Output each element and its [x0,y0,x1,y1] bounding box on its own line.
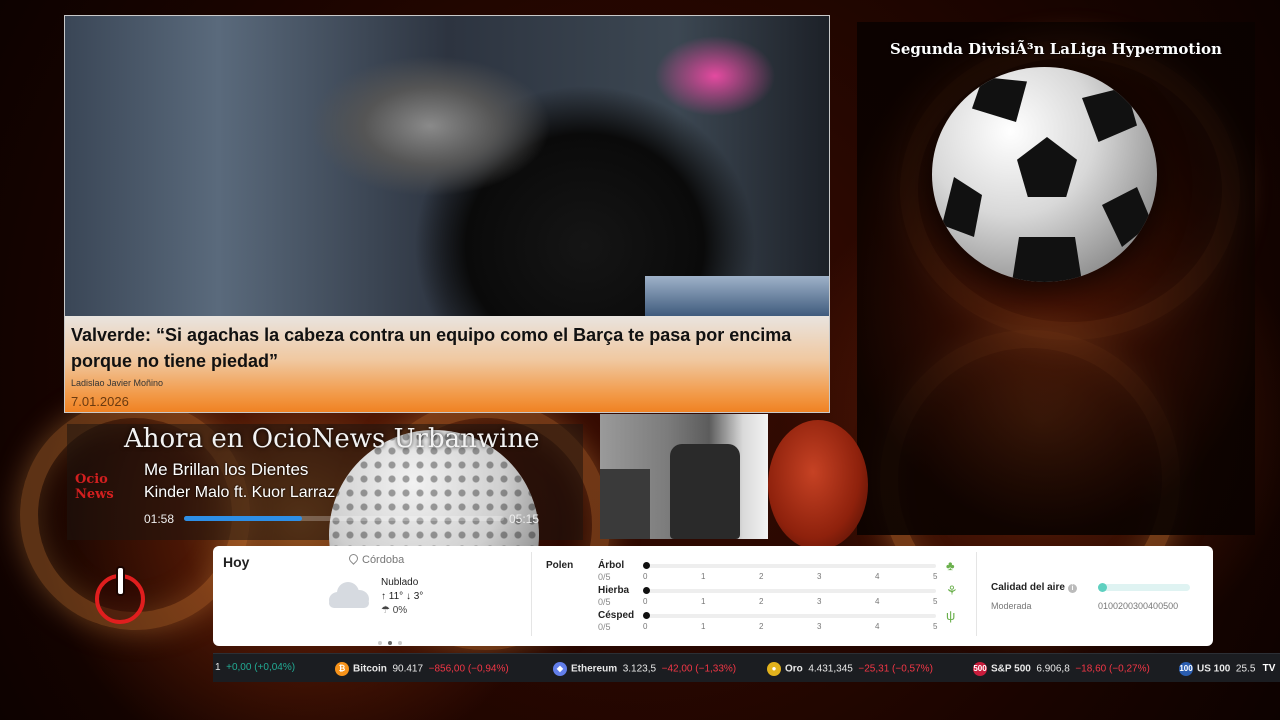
ticker-price: 90.417 [392,663,424,675]
weather-location[interactable]: Córdoba [347,552,404,566]
info-icon[interactable]: i [1067,584,1077,593]
pollen-tick: 4 [875,597,880,606]
pollen-label: Polen [546,560,574,571]
ticker-name: S&P 500 [991,663,1031,675]
power-button[interactable] [95,568,145,624]
league-title: Segunda DivisiÃ³n LaLiga Hypermotion [890,40,1222,58]
ticker-change: +0,00 (+0,04%) [226,662,296,673]
news-headline[interactable]: Valverde: “Si agachas la cabeza contra u… [71,322,825,374]
ticker-item[interactable]: 1 +0,00 (+0,04%) [215,662,295,673]
cloud-icon [325,582,369,608]
temp-high: 11° [388,591,404,602]
weather-condition: Nublado [381,577,419,588]
league-panel: Segunda DivisiÃ³n LaLiga Hypermotion [857,22,1255,535]
ticker-price: 4.431,345 [808,663,853,675]
pollen-tick: 5 [933,572,938,581]
asset-icon: ₿ [335,662,349,676]
air-quality-bar [1098,584,1190,591]
lawn-icon: ψ [946,608,956,623]
ticker-change: −25,31 (−0,57%) [858,663,933,675]
pollen-tick: 0 [643,572,648,581]
ticker-price: 6.906,8 [1036,663,1070,675]
ticker-item[interactable]: ● Oro 4.431,345 −25,31 (−0,57%) [767,662,933,676]
track-title: Me Brillan los Dientes [144,460,309,479]
webcam-feed [600,414,768,539]
asset-icon: ◆ [553,662,567,676]
arrow-up-icon: ↑ [381,591,386,602]
pollen-tick: 5 [933,622,938,631]
now-playing-heading: Ahora en OcioNews Urbanwine [124,424,540,454]
pollen-tick: 3 [817,572,822,581]
news-card[interactable]: Valverde: “Si agachas la cabeza contra u… [64,15,830,413]
pollen-tick: 4 [875,622,880,631]
asset-icon: 500 [973,662,987,676]
tree-icon: ♣ [946,558,955,573]
umbrella-icon: ☂ [381,605,390,616]
progress-fill [184,516,303,521]
pollen-tick: 2 [759,622,764,631]
progress-bar[interactable] [184,516,504,521]
ticker-item[interactable]: 100 US 100 25.5 [1179,662,1261,676]
pollen-row-cesped: Césped 0/5 012345 ψ [598,608,958,634]
pollen-tick: 3 [817,622,822,631]
rugby-ball-image [768,420,868,550]
ticker-change: −42,00 (−1,33%) [661,663,737,675]
power-icon [118,568,123,594]
pollen-tick: 1 [701,622,706,631]
ticker-name: US 100 [1197,663,1231,675]
ticker-name: Oro [785,663,803,675]
air-quality-scale: 0100200300400500 [1098,601,1179,611]
weather-rain: ☂ 0% [381,605,408,616]
pollen-tick: 2 [759,597,764,606]
asset-icon: ● [767,662,781,676]
pollen-tick: 2 [759,572,764,581]
ticker-item[interactable]: 500 S&P 500 6.906,8 −18,60 (−0,27%) [973,662,1150,676]
pollen-tick: 0 [643,622,648,631]
pollen-tick: 3 [817,597,822,606]
track-artist: Kinder Malo ft. Kuor Larraz [144,484,336,501]
ticker-price: 3.123,5 [622,663,657,675]
pollen-row-arbol: Árbol 0/5 012345 ♣ [598,558,958,584]
time-total: 05:15 [509,512,540,526]
air-quality-label: Calidad del aire i [991,582,1077,593]
tradingview-logo[interactable]: TV [1258,654,1280,682]
now-playing-panel: Ahora en OcioNews Urbanwine Ocio News Me… [67,424,583,640]
grass-icon: ⚘ [946,583,958,598]
pollen-tick: 1 [701,597,706,606]
ticker-price: 1 [215,662,221,673]
carousel-dots[interactable] [375,632,405,650]
time-current: 01:58 [144,512,175,526]
air-quality-value: Moderada [991,601,1032,611]
news-author: Ladislao Javier Moñino [71,378,164,388]
market-ticker[interactable]: 100 US 100 25.5 500 S&P 500 6.906,8 −18,60… [213,653,1280,682]
soccer-ball-image [932,67,1157,282]
weather-widget: Hoy Córdoba Nublado ↑ 11° ↓ 3° ☂ 0% Pole… [213,546,1213,646]
weather-temps: ↑ 11° ↓ 3° [381,591,423,602]
pollen-tick: 1 [701,572,706,581]
arrow-down-icon: ↓ [405,591,411,602]
ticker-change: −856,00 (−0,94%) [428,663,509,675]
news-caption: Valverde: “Si agachas la cabeza contra u… [65,316,829,412]
pollen-row-hierba: Hierba 0/5 012345 ⚘ [598,583,958,609]
ticker-item[interactable]: ◆ Ethereum 3.123,5 −42,00 (−1,33%) [553,662,736,676]
ticker-change: −18,60 (−0,27%) [1075,663,1150,675]
air-quality-marker [1098,583,1107,592]
temp-low: 3° [413,591,424,602]
weather-today-label: Hoy [223,554,250,570]
ticker-name: Ethereum [571,663,618,675]
ticker-price: 25.5 [1235,663,1256,675]
ticker-item[interactable]: ₿ Bitcoin 90.417 −856,00 (−0,94%) [335,662,509,676]
news-date: 7.01.2026 [71,394,129,409]
ticker-name: Bitcoin [353,663,387,675]
news-photo [65,16,829,316]
location-pin-icon [347,552,360,565]
station-logo: Ocio News [75,472,114,502]
pollen-tick: 4 [875,572,880,581]
pollen-tick: 0 [643,597,648,606]
asset-icon: 100 [1179,662,1193,676]
pollen-tick: 5 [933,597,938,606]
